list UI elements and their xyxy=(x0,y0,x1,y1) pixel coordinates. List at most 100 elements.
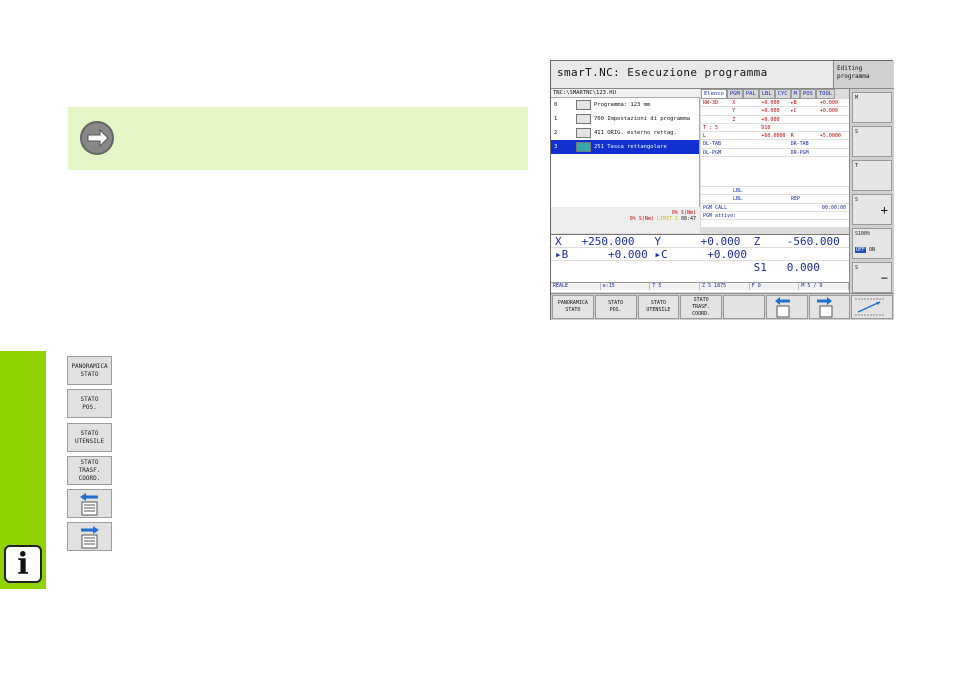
note-box xyxy=(68,107,528,170)
softkey-stato-pos[interactable]: STATO POS. xyxy=(594,295,637,319)
tab-m[interactable]: M xyxy=(790,89,800,99)
softkey-stato-trasf-coord[interactable]: STATO TRASF. COORD. xyxy=(680,295,722,319)
softkey-stato-trasf-coord[interactable]: STATO TRASF. COORD. xyxy=(67,456,112,485)
tab-pal[interactable]: PAL xyxy=(742,89,759,99)
status-row: LBL xyxy=(701,187,849,196)
cell: +60.0000 xyxy=(761,133,786,140)
tab-tool[interactable]: TOOL xyxy=(815,89,836,99)
axis-b: ▸B +0.000 xyxy=(555,248,648,261)
page-forward-icon xyxy=(81,526,99,549)
softkey-label: T xyxy=(855,163,859,169)
arrow-right-icon xyxy=(80,121,114,155)
page-back-softkey[interactable] xyxy=(67,489,112,518)
softkey-line: POS. xyxy=(609,307,622,313)
axis-y: Y +0.000 xyxy=(654,235,741,248)
cell xyxy=(820,124,849,131)
softkey-s-minus[interactable]: S − xyxy=(852,262,892,293)
spindle-load: 0% S(Nm) xyxy=(629,216,654,222)
softkey-stato-pos[interactable]: STATO POS. xyxy=(67,389,112,418)
status-row: T : 5 D10 xyxy=(701,124,849,133)
softkey-t[interactable]: T xyxy=(852,160,892,191)
status-row: PGM CALL 00:00:00 xyxy=(701,204,849,212)
softkey-line: PANORAMICA xyxy=(71,362,108,370)
softkey-s-plus[interactable]: S + xyxy=(852,194,892,225)
tree-num: 3 xyxy=(554,144,558,150)
right-softkey-bar: M S T S + S100% OFF ON S − xyxy=(849,89,894,293)
mode-editing[interactable]: Editing programma xyxy=(833,61,894,89)
softkey-switch[interactable] xyxy=(851,295,893,319)
softkey-line: UTENSILE xyxy=(646,307,671,313)
tab-lbl[interactable]: LBL xyxy=(758,89,775,99)
tree-item[interactable]: 2 411 ORIG. esterno rettag. xyxy=(551,126,699,140)
axis-z: Z -560.000 xyxy=(753,235,840,248)
cell xyxy=(761,140,790,147)
softkey-line: STATO xyxy=(80,429,99,437)
softkey-line: STATO xyxy=(80,458,99,466)
cell: DL-TAB xyxy=(703,141,722,148)
softkey-bar: PANORAMICA STATO STATO POS. STATO UTENSILE … xyxy=(551,293,894,320)
softkey-line: STATO xyxy=(80,395,99,403)
cell: +0.000 xyxy=(761,116,780,123)
cell: ▸C xyxy=(790,108,797,115)
cell xyxy=(703,116,732,123)
pgm-call: PGM CALL xyxy=(703,204,728,211)
softkey-empty[interactable] xyxy=(723,295,765,319)
axis-empty xyxy=(650,261,749,274)
softkey-label: S xyxy=(855,265,859,271)
status-row: LBL REP xyxy=(701,195,849,204)
info-letter: i xyxy=(17,546,29,582)
status-row: RW-3D X +0.000 ▸B +0.000 xyxy=(701,99,849,108)
tab-elenco[interactable]: Elenco xyxy=(701,89,727,99)
axis-empty xyxy=(750,248,849,260)
page-back-softkey[interactable] xyxy=(765,295,808,319)
page-back-icon xyxy=(80,493,98,516)
tool-number: T 5 xyxy=(650,283,701,290)
softkey-label: M xyxy=(855,95,859,101)
softkey-stato-utensile[interactable]: STATO UTENSILE xyxy=(637,295,680,319)
status-bar: REALE ⊕:15 T 5 Z S 1875 F 0 M 5 / 9 xyxy=(551,282,850,290)
softkey-stato-utensile[interactable]: STATO UTENSILE xyxy=(67,423,112,452)
cell: DR-PGM xyxy=(790,149,809,156)
cnc-screen: smarT.NC: Esecuzione programma Editing p… xyxy=(550,60,894,320)
feed-value: F 0 xyxy=(750,283,800,290)
tree-item[interactable]: 0 Programma: 123 mm xyxy=(551,98,699,112)
softkey-line: POS. xyxy=(82,403,97,411)
label-lbl: LBL xyxy=(733,188,743,195)
softkey-line: STATO xyxy=(80,370,99,378)
timer: 00:00:00 xyxy=(821,204,846,211)
tab-pos[interactable]: POS xyxy=(799,89,816,99)
cell: R xyxy=(790,133,794,140)
tree-num: 2 xyxy=(554,130,558,136)
spindle-position: S1 0.000 xyxy=(753,261,820,274)
spindle-speed: Z S 1875 xyxy=(700,283,750,290)
tab-cyc[interactable]: CYC xyxy=(774,89,791,99)
cell: X xyxy=(732,100,736,106)
softkey-s[interactable]: S xyxy=(852,126,892,157)
tab-pgm[interactable]: PGM xyxy=(726,89,743,99)
cell: +0.000 xyxy=(761,108,780,115)
mode-reale: REALE xyxy=(551,283,601,290)
page-forward-softkey[interactable] xyxy=(67,522,112,551)
cell xyxy=(820,149,849,156)
softkey-override[interactable]: S100% OFF ON xyxy=(852,228,892,259)
cell xyxy=(820,116,849,123)
cell: +5.0000 xyxy=(819,133,841,140)
status-row-blank xyxy=(701,157,849,188)
tree-item[interactable]: 1 700 Impostazioni di programma xyxy=(551,112,699,126)
page-back-icon xyxy=(774,297,790,318)
axis-x: X +250.000 xyxy=(555,235,635,248)
softkey-m[interactable]: M xyxy=(852,92,892,123)
softkey-panoramica-stato[interactable]: PANORAMICA STATO xyxy=(67,356,112,385)
switch-icon xyxy=(855,298,886,316)
page-forward-softkey[interactable] xyxy=(808,295,851,319)
label-rep: REP xyxy=(791,196,801,203)
cell: L xyxy=(703,133,707,140)
tree-num: 0 xyxy=(554,102,558,108)
cell: +0.000 xyxy=(819,108,838,115)
position-row: ▸B +0.000 ▸C +0.000 xyxy=(551,248,849,261)
cell: +0.000 xyxy=(819,100,838,106)
softkey-panoramica-stato[interactable]: PANORAMICA STATO xyxy=(552,295,594,319)
cell: DL-PGM xyxy=(703,149,722,156)
tree-label: 251 Tasca rettangolare xyxy=(594,144,667,150)
tree-item-selected[interactable]: 3 251 Tasca rettangolare xyxy=(551,140,699,154)
